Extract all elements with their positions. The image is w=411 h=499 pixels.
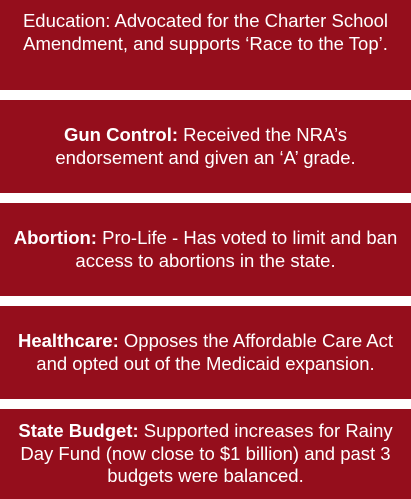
healthcare-heading: Healthcare: [17, 330, 119, 351]
gun-control-heading: Gun Control: [63, 124, 179, 145]
abortion-panel: Abortion: Pro-Life - Has voted to limit … [0, 203, 411, 296]
state-budget-panel: State Budget: Supported increases for Ra… [0, 409, 411, 499]
gun-control-text: Gun Control: Received the NRA’s endorsem… [10, 124, 401, 169]
healthcare-panel: Healthcare: Opposes the Affordable Care … [0, 306, 411, 399]
education-text: Education: Advocated for the Charter Sch… [10, 10, 401, 55]
gun-control-panel: Gun Control: Received the NRA’s endorsem… [0, 100, 411, 193]
healthcare-text: Healthcare: Opposes the Affordable Care … [10, 330, 401, 375]
state-budget-heading: State Budget: [18, 420, 139, 442]
abortion-body: Pro-Life - Has voted to limit and ban ac… [75, 227, 398, 271]
education-panel: Education: Advocated for the Charter Sch… [0, 0, 411, 90]
education-body: Education: Advocated for the Charter Sch… [22, 10, 389, 54]
issue-panel-stack: Education: Advocated for the Charter Sch… [0, 0, 411, 499]
abortion-text: Abortion: Pro-Life - Has voted to limit … [10, 227, 401, 272]
abortion-heading: Abortion: [13, 227, 97, 248]
state-budget-text: State Budget: Supported increases for Ra… [10, 420, 401, 488]
